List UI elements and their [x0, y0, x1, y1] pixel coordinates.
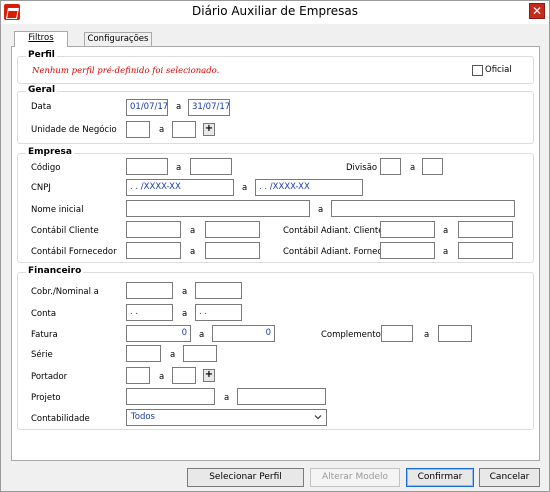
- contabil-cliente-label: Contábil Cliente: [31, 226, 99, 236]
- contabil-adiant-fornec-a-label: a: [443, 247, 449, 257]
- portador-to-input[interactable]: [172, 367, 196, 384]
- conta-to-input[interactable]: . .: [195, 304, 242, 321]
- contabil-adiant-cliente-from-input[interactable]: [380, 221, 435, 238]
- contabil-adiant-fornec-label: Contábil Adiant. Fornec.: [283, 247, 385, 257]
- perfil-title: Perfil: [26, 50, 57, 60]
- conta-a-label: a: [182, 309, 188, 319]
- portador-a-label: a: [159, 372, 165, 382]
- contabilidade-value: Todos: [131, 412, 155, 422]
- contabil-adiant-cliente-a-label: a: [443, 226, 449, 236]
- contabil-cliente-from-input[interactable]: [126, 221, 181, 238]
- contabil-adiant-cliente-to-input[interactable]: [458, 221, 513, 238]
- complemento-a-label: a: [424, 330, 430, 340]
- oficial-label: Oficial: [485, 65, 512, 75]
- contabil-adiant-fornec-from-input[interactable]: [380, 242, 435, 259]
- cobr-a-label: a: [182, 287, 188, 297]
- contabilidade-select[interactable]: Todos: [126, 409, 327, 426]
- fatura-from-input[interactable]: 0: [126, 325, 191, 342]
- serie-from-input[interactable]: [126, 345, 161, 362]
- cobr-to-input[interactable]: [195, 282, 242, 299]
- fatura-to-input[interactable]: 0: [212, 325, 275, 342]
- fatura-label: Fatura: [31, 330, 58, 340]
- nome-a-label: a: [318, 205, 324, 215]
- divisao-to-input[interactable]: [422, 158, 443, 175]
- contabil-adiant-fornec-to-input[interactable]: [458, 242, 513, 259]
- unidade-label: Unidade de Negócio: [31, 125, 117, 135]
- cnpj-from-input[interactable]: . . /XXXX-XX: [126, 179, 234, 196]
- alterar-modelo-label: Alterar Modelo: [321, 472, 389, 482]
- portador-from-input[interactable]: [126, 367, 150, 384]
- codigo-label: Código: [31, 163, 61, 173]
- contabilidade-label: Contabilidade: [31, 414, 90, 424]
- divisao-label: Divisão: [346, 163, 378, 173]
- selecionar-perfil-button[interactable]: Selecionar Perfil: [187, 468, 304, 487]
- projeto-label: Projeto: [31, 393, 61, 403]
- chevron-down-icon: [314, 415, 322, 420]
- geral-group: [17, 91, 534, 144]
- window-title: Diário Auxiliar de Empresas: [192, 4, 358, 18]
- conta-from-input[interactable]: . .: [126, 304, 173, 321]
- contabil-fornecedor-to-input[interactable]: [205, 242, 260, 259]
- complemento-to-input[interactable]: [438, 325, 472, 342]
- projeto-a-label: a: [224, 393, 230, 403]
- codigo-a-label: a: [176, 163, 182, 173]
- projeto-from-input[interactable]: [126, 388, 215, 405]
- confirmar-label: Confirmar: [417, 472, 463, 482]
- portador-add-button[interactable]: +: [203, 369, 215, 382]
- cancelar-button[interactable]: Cancelar: [479, 468, 540, 487]
- alterar-modelo-button[interactable]: Alterar Modelo: [310, 468, 400, 487]
- data-to-input[interactable]: 31/07/17: [188, 99, 230, 116]
- codigo-to-input[interactable]: [190, 158, 232, 175]
- geral-title: Geral: [26, 85, 58, 95]
- cnpj-a-label: a: [242, 183, 248, 193]
- fatura-a-label: a: [199, 330, 205, 340]
- contabil-fornecedor-label: Contábil Fornecedor: [31, 247, 117, 257]
- tab-configuracoes-label: Configurações: [87, 34, 149, 44]
- data-from-input[interactable]: 01/07/17: [126, 99, 168, 116]
- tab-filtros[interactable]: Filtros: [14, 31, 68, 47]
- portador-label: Portador: [31, 372, 68, 382]
- complemento-from-input[interactable]: [381, 325, 413, 342]
- nome-inicial-label: Nome inicial: [31, 205, 84, 215]
- selecionar-perfil-label: Selecionar Perfil: [209, 472, 282, 482]
- codigo-from-input[interactable]: [126, 158, 168, 175]
- divisao-from-input[interactable]: [380, 158, 401, 175]
- unidade-from-input[interactable]: [126, 121, 150, 138]
- serie-a-label: a: [170, 350, 176, 360]
- data-a-label: a: [176, 102, 182, 112]
- unidade-a-label: a: [159, 125, 165, 135]
- tab-configuracoes[interactable]: Configurações: [84, 32, 152, 47]
- cobr-label: Cobr./Nominal a: [31, 287, 99, 297]
- unidade-add-button[interactable]: +: [203, 123, 215, 136]
- contabil-cliente-a-label: a: [190, 226, 196, 236]
- divisao-a-label: a: [410, 163, 416, 173]
- unidade-to-input[interactable]: [172, 121, 196, 138]
- complemento-label: Complemento: [321, 330, 381, 340]
- financeiro-title: Financeiro: [26, 266, 84, 276]
- contabil-fornecedor-from-input[interactable]: [126, 242, 181, 259]
- nome-to-input[interactable]: [331, 200, 515, 217]
- contabil-cliente-to-input[interactable]: [205, 221, 260, 238]
- empresa-title: Empresa: [26, 147, 74, 157]
- contabil-adiant-cliente-label: Contábil Adiant. Cliente: [283, 226, 384, 236]
- conta-label: Conta: [31, 309, 57, 319]
- cancelar-label: Cancelar: [489, 472, 530, 482]
- tab-filtros-label: Filtros: [28, 33, 54, 43]
- oficial-checkbox[interactable]: [472, 65, 483, 76]
- data-label: Data: [31, 102, 52, 112]
- serie-to-input[interactable]: [183, 345, 217, 362]
- serie-label: Série: [31, 350, 53, 360]
- cnpj-to-input[interactable]: . . /XXXX-XX: [255, 179, 363, 196]
- contabil-fornecedor-a-label: a: [190, 247, 196, 257]
- confirmar-button[interactable]: Confirmar: [406, 468, 474, 487]
- perfil-message: Nenhum perfil pré-definido foi seleciona…: [32, 66, 220, 76]
- cobr-from-input[interactable]: [126, 282, 173, 299]
- nome-from-input[interactable]: [126, 200, 310, 217]
- cnpj-label: CNPJ: [31, 183, 51, 193]
- projeto-to-input[interactable]: [237, 388, 326, 405]
- close-button[interactable]: ✕: [529, 3, 545, 19]
